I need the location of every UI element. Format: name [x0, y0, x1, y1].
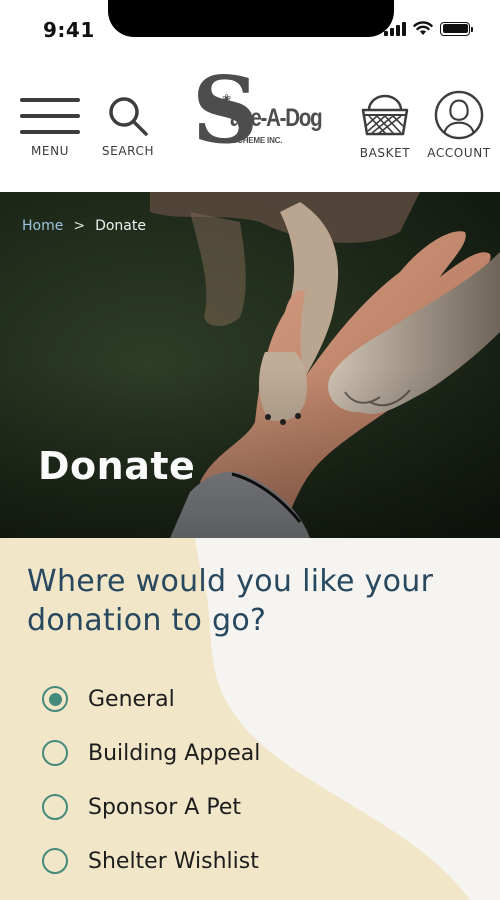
donation-question: Where would you like your donation to go…	[27, 564, 434, 638]
status-icons	[384, 21, 473, 36]
option-general[interactable]: General	[42, 672, 260, 726]
basket-button[interactable]: BASKET	[356, 90, 414, 160]
status-bar: 9:41	[0, 0, 500, 60]
option-shelter-wishlist[interactable]: Shelter Wishlist	[42, 834, 260, 888]
account-button[interactable]: ACCOUNT	[424, 90, 494, 160]
logo-wordmark: ave-A-Dog	[230, 104, 323, 132]
option-building-appeal[interactable]: Building Appeal	[42, 726, 260, 780]
radio-shelter-wishlist[interactable]	[42, 848, 68, 874]
site-logo[interactable]: S ❀ ave-A-Dog SCHEME INC.	[192, 64, 324, 170]
breadcrumb-home-link[interactable]: Home	[22, 218, 63, 234]
breadcrumb-current: Donate	[95, 218, 146, 234]
search-icon	[109, 97, 148, 136]
basket-label: BASKET	[359, 146, 411, 160]
breadcrumb: Home > Donate	[22, 218, 146, 234]
menu-button[interactable]: MENU	[18, 94, 82, 158]
page-title: Donate	[38, 444, 196, 488]
cellular-signal-icon	[384, 21, 406, 36]
radio-building-appeal[interactable]	[42, 740, 68, 766]
breadcrumb-separator: >	[73, 218, 86, 234]
battery-icon	[440, 21, 473, 36]
search-button[interactable]: SEARCH	[98, 94, 158, 158]
basket-icon	[361, 94, 409, 136]
radio-sponsor-a-pet[interactable]	[42, 794, 68, 820]
hero-banner: Home > Donate Donate	[0, 192, 500, 538]
account-icon	[434, 90, 484, 140]
wifi-icon	[413, 21, 433, 35]
donation-section: Where would you like your donation to go…	[0, 538, 500, 900]
account-label: ACCOUNT	[427, 146, 491, 160]
menu-label: MENU	[30, 144, 70, 158]
option-sponsor-a-pet[interactable]: Sponsor A Pet	[42, 780, 260, 834]
option-label-building-appeal: Building Appeal	[88, 740, 261, 766]
option-label-shelter-wishlist: Shelter Wishlist	[88, 848, 259, 874]
hamburger-icon	[20, 94, 80, 138]
device-notch	[108, 0, 394, 37]
search-label: SEARCH	[101, 144, 155, 158]
logo-subtitle: SCHEME INC.	[232, 136, 283, 145]
site-header: MENU SEARCH S ❀ ave-A-Dog SCHEME INC. BA…	[0, 60, 500, 192]
option-label-general: General	[88, 686, 175, 712]
option-label-sponsor-a-pet: Sponsor A Pet	[88, 794, 241, 820]
status-time: 9:41	[43, 18, 95, 42]
radio-general[interactable]	[42, 686, 68, 712]
donation-options: General Building Appeal Sponsor A Pet Sh…	[42, 672, 260, 888]
